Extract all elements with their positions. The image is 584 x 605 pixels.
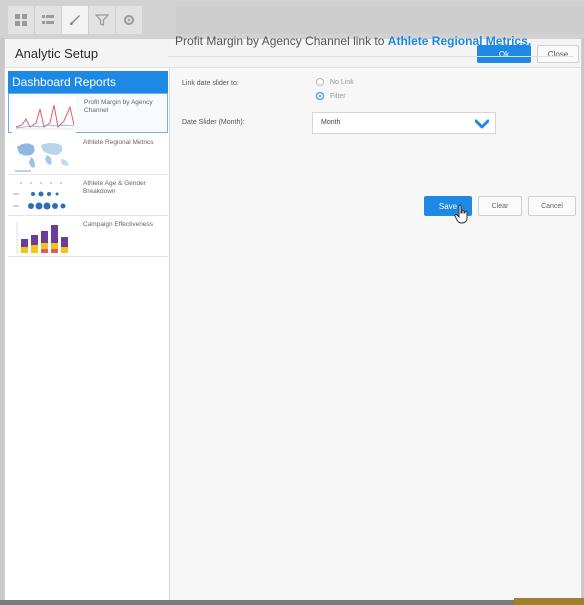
report-item-athlete-age-gender[interactable]: Athlete Age & Gender Breakdown [8,175,168,216]
dashboard-reports-sidebar: Dashboard Reports Profit Margin by Agenc… [5,68,170,602]
grid-view-button[interactable] [8,6,35,34]
cancel-button[interactable]: Cancel [528,196,576,216]
report-item-profit-margin[interactable]: Profit Margin by Agency Channel [8,93,168,133]
brush-icon [70,15,80,25]
top-toolbar [0,0,584,38]
report-label: Campaign Effectiveness [83,221,153,228]
date-slider-select[interactable]: Month [312,112,496,134]
line-chart-thumbnail-icon [12,97,76,133]
stacked-bar-thumbnail-icon [11,219,75,255]
brush-tab-button[interactable] [62,6,89,34]
date-slider-label: Date Slider (Month): [182,119,245,126]
grid-icon [15,14,27,26]
radio-button-selected-icon[interactable] [316,92,324,100]
link-heading: Profit Margin by Agency Channel link to … [175,34,531,48]
bottom-right-accent [514,598,584,605]
app-frame: Analytic Setup Ok Close Dashboard Report… [0,0,584,605]
radio-filter[interactable]: Filter [316,92,346,100]
radio-button-icon[interactable] [316,78,324,86]
gear-icon [124,15,134,25]
filter-button[interactable] [89,6,116,34]
date-slider-value: Month [321,119,341,126]
radio-label: Filter [330,92,346,100]
close-button[interactable]: Close [537,45,579,63]
page-title: Analytic Setup [15,46,99,61]
list-icon [42,15,54,24]
bubble-chart-thumbnail-icon [11,178,75,214]
bottom-edge-strip [0,600,584,605]
report-label: Athlete Age & Gender Breakdown [83,180,146,195]
filter-icon [95,14,109,26]
heading-prefix: Profit Margin by Agency Channel link to [175,34,385,48]
radio-label: No Link [330,78,354,86]
clear-button[interactable]: Clear [478,196,522,216]
report-item-campaign-effectiveness[interactable]: Campaign Effectiveness [8,216,168,257]
settings-button[interactable] [116,6,143,34]
link-date-slider-label: Link date slider to: [182,80,239,87]
report-label: Profit Margin by Agency Channel [84,99,153,114]
sidebar-title: Dashboard Reports [8,71,168,93]
linked-report-link[interactable]: Athlete Regional Metrics. [388,34,531,48]
toolbar-spacer [176,6,584,34]
hand-cursor-icon [454,204,468,224]
report-item-athlete-regional[interactable]: Athlete Regional Metrics [8,134,168,175]
list-view-button[interactable] [35,6,62,34]
radio-no-link[interactable]: No Link [316,78,354,86]
toolbar-button-group [8,6,143,34]
section-divider [168,56,574,57]
report-label: Athlete Regional Metrics [83,139,154,146]
chevron-down-icon[interactable] [475,118,489,130]
map-thumbnail-icon [11,137,75,173]
